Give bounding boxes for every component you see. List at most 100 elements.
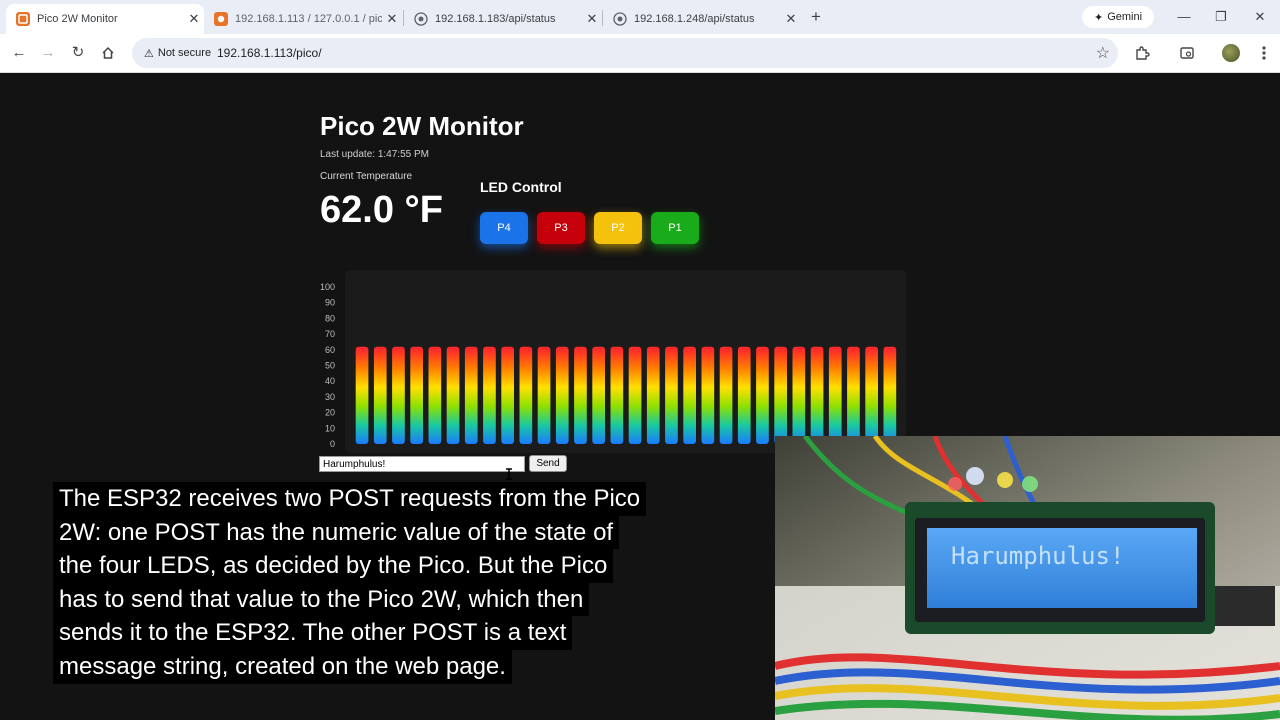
not-secure-label: Not secure — [157, 47, 212, 59]
reload-icon[interactable]: ↻ — [67, 42, 89, 64]
chart-bar — [483, 346, 496, 444]
y-tick-label: 10 — [325, 423, 335, 433]
y-tick-label: 30 — [325, 392, 335, 402]
chart-bar — [355, 346, 369, 444]
chart-bar — [883, 346, 897, 444]
pico-favicon-icon — [16, 12, 30, 26]
text-cursor-icon — [506, 468, 512, 480]
home-icon[interactable] — [97, 42, 119, 64]
tab-close-icon[interactable]: ✕ — [781, 11, 801, 27]
profile-avatar[interactable] — [1222, 44, 1240, 62]
tab-api-status-183[interactable]: 192.168.1.183/api/status ✕ — [404, 4, 602, 34]
chart-bar — [446, 346, 460, 444]
led-button-p1[interactable]: P1 — [651, 212, 699, 244]
gemini-label: Gemini — [1107, 11, 1143, 23]
chart-bar — [373, 346, 387, 444]
chart-bar — [610, 346, 624, 444]
temperature-label: Current Temperature — [320, 171, 413, 182]
phpmyadmin-favicon-icon — [214, 12, 228, 26]
video-caption: The ESP32 receives two POST requests fro… — [53, 482, 713, 684]
caption-line: the four LEDS, as decided by the Pico. B… — [53, 549, 614, 583]
restore-icon[interactable]: ❐ — [1210, 7, 1232, 27]
breadboard-photo: Harumphulus! — [775, 436, 1280, 720]
chart-bar — [428, 346, 442, 444]
close-window-icon[interactable]: ✕ — [1249, 7, 1271, 27]
green-led — [1022, 476, 1038, 492]
gemini-sparkle-icon: ✦ — [1093, 11, 1104, 24]
page-title: Pico 2W Monitor — [320, 111, 524, 141]
chart-bar — [865, 346, 878, 444]
chart-bar — [847, 346, 860, 444]
send-button[interactable]: Send — [529, 455, 567, 472]
chart-bar — [756, 346, 769, 444]
temperature-bar-chart: 1009080706050403020100 — [320, 282, 897, 449]
white-led — [966, 467, 984, 485]
y-tick-label: 70 — [325, 329, 335, 339]
warning-triangle-icon: ⚠ — [144, 47, 154, 60]
chart-bar — [792, 346, 806, 444]
chart-bar — [410, 346, 423, 444]
yellow-led — [997, 472, 1013, 488]
caption-line: sends it to the ESP32. The other POST is… — [53, 616, 573, 650]
tab-close-icon[interactable]: ✕ — [582, 11, 602, 27]
camera-inset: Harumphulus! — [775, 436, 1280, 720]
caption-line: message string, created on the web page. — [53, 649, 512, 684]
led-button-p2[interactable]: P2 — [594, 212, 642, 244]
globe-icon — [414, 12, 428, 26]
tab-title: 192.168.1.248/api/status — [634, 13, 755, 25]
url-text[interactable]: 192.168.1.113/pico/ — [217, 46, 322, 60]
tab-title: 192.168.1.113 / 127.0.0.1 / pico — [235, 13, 382, 25]
tab-pico-monitor[interactable]: Pico 2W Monitor ✕ — [6, 4, 204, 34]
lcd-text: Harumphulus! — [951, 542, 1124, 570]
chart-bar — [701, 346, 715, 444]
y-tick-label: 40 — [325, 376, 335, 386]
back-arrow-icon[interactable]: ← — [8, 42, 30, 64]
caption-line: The ESP32 receives two POST requests fro… — [53, 482, 647, 516]
caption-line: 2W: one POST has the numeric value of th… — [53, 515, 620, 550]
y-tick-label: 90 — [325, 298, 335, 308]
chart-bar — [592, 346, 605, 444]
gemini-button[interactable]: ✦ Gemini — [1082, 6, 1154, 28]
y-tick-label: 80 — [325, 313, 335, 323]
temperature-value: 62.0 °F — [320, 189, 443, 231]
chart-bar — [774, 346, 787, 444]
chart-bar — [628, 346, 642, 444]
chart-bar — [464, 346, 478, 444]
extensions-puzzle-icon[interactable] — [1131, 42, 1153, 64]
last-update-text: Last update: 1:47:55 PM — [320, 149, 429, 160]
message-input[interactable] — [319, 456, 525, 472]
tab-close-icon[interactable]: ✕ — [184, 11, 204, 27]
menu-kebab-icon[interactable] — [1253, 42, 1275, 64]
tab-title: Pico 2W Monitor — [37, 13, 118, 25]
chart-bar — [392, 346, 405, 444]
chart-bar — [737, 346, 751, 444]
y-tick-label: 20 — [325, 408, 335, 418]
chart-bar — [537, 346, 551, 444]
forward-arrow-icon[interactable]: → — [37, 42, 59, 64]
chart-bar — [574, 346, 587, 444]
globe-icon — [613, 12, 627, 26]
security-chip[interactable]: ⚠ Not secure — [138, 42, 217, 64]
y-tick-label: 100 — [320, 282, 335, 292]
chart-bar — [501, 346, 514, 444]
caption-line: has to send that value to the Pico 2W, w… — [53, 582, 590, 617]
address-bar[interactable]: ⚠ Not secure 192.168.1.113/pico/ ☆ — [132, 38, 1118, 68]
y-tick-label: 0 — [330, 439, 335, 449]
chart-bar — [519, 346, 533, 444]
y-tick-label: 50 — [325, 361, 335, 371]
bookmark-star-icon[interactable]: ☆ — [1096, 43, 1110, 63]
minimize-icon[interactable]: — — [1173, 7, 1195, 27]
led-control-title: LED Control — [480, 179, 562, 195]
bargraph-display — [1215, 586, 1275, 626]
tab-phpmyadmin[interactable]: 192.168.1.113 / 127.0.0.1 / pico ✕ — [204, 4, 402, 34]
tab-title: 192.168.1.183/api/status — [435, 13, 556, 25]
led-button-p3[interactable]: P3 — [537, 212, 585, 244]
new-tab-plus-icon[interactable]: + — [806, 7, 826, 27]
tab-search-icon[interactable] — [1176, 42, 1198, 64]
tab-close-icon[interactable]: ✕ — [382, 11, 402, 27]
led-button-p4[interactable]: P4 — [480, 212, 528, 244]
chart-bar — [555, 346, 569, 444]
chart-bar — [665, 346, 678, 444]
tab-api-status-248[interactable]: 192.168.1.248/api/status ✕ — [603, 4, 801, 34]
chart-bar — [828, 346, 842, 444]
